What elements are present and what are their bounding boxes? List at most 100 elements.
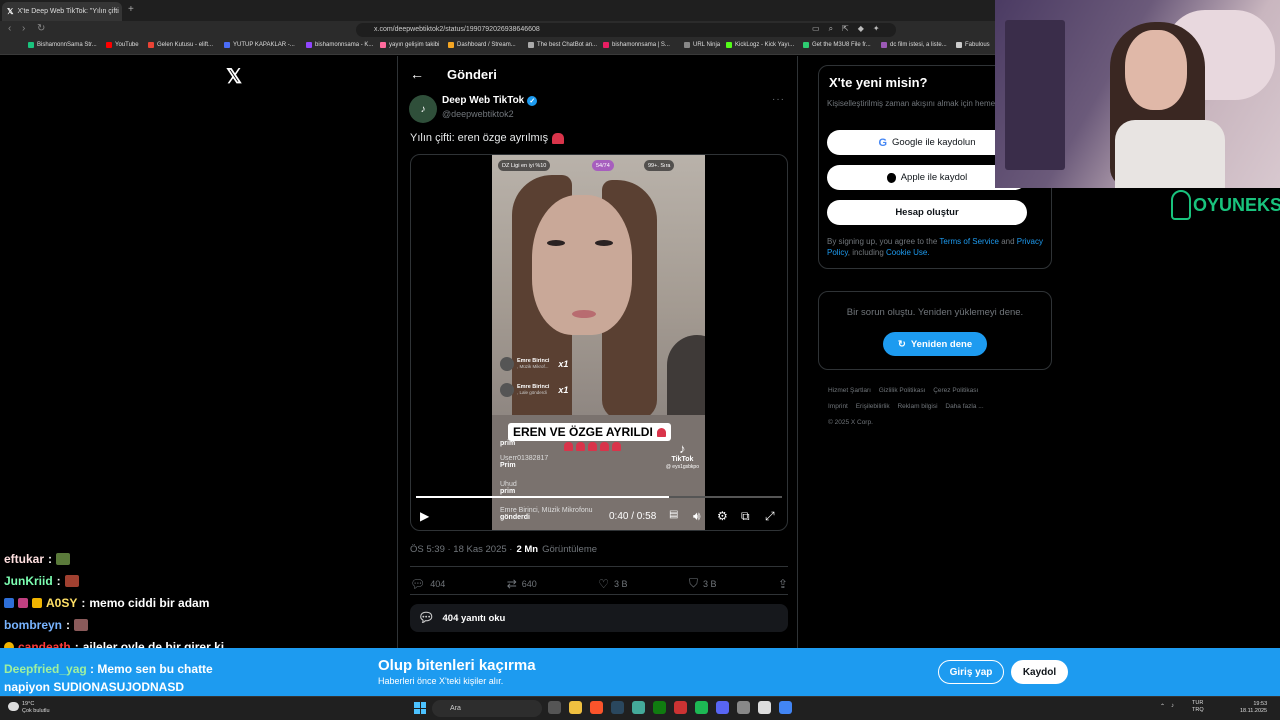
volume-icon[interactable]: 🔊︎ (693, 509, 701, 524)
cookie-link[interactable]: Cookie Use. (886, 248, 930, 257)
more-options-icon[interactable]: ··· (772, 94, 785, 105)
brave-icon[interactable] (590, 701, 603, 714)
video-progress-bar[interactable] (416, 496, 782, 498)
picture-in-picture-icon[interactable]: ⧉ (741, 509, 750, 524)
capcut-icon[interactable] (758, 701, 771, 714)
share-button[interactable]: ⇪ (778, 576, 788, 591)
author-avatar[interactable]: ♪ (409, 95, 437, 123)
chrome-icon[interactable] (779, 701, 792, 714)
play-icon[interactable]: ▶ (420, 509, 429, 523)
webcam-overlay (995, 0, 1280, 188)
language-indicator[interactable]: TUR TRQ (1192, 700, 1204, 714)
bookmark-favicon-icon (603, 42, 609, 48)
bookmark-item[interactable]: YouTube (106, 42, 139, 48)
rank-stat: 99+. Sıra (644, 160, 675, 171)
bookmark-favicon-icon (726, 42, 732, 48)
reload-icon[interactable]: ↻ (37, 23, 45, 34)
bookmark-item[interactable]: Get the M3U8 File fr... (803, 42, 871, 48)
gift-notification: Emre Birinci, Lale gönderdi x1 (500, 381, 568, 399)
app-icon[interactable] (674, 701, 687, 714)
bookmark-favicon-icon (380, 42, 386, 48)
bookmark-button[interactable]: ⛉ 3 B (689, 576, 717, 591)
screen-icon[interactable]: ▭ (812, 24, 820, 34)
chat-badge-icon (18, 598, 28, 608)
system-tray[interactable]: ⌃ ♪ (1160, 703, 1174, 710)
footer-link[interactable]: Daha fazla ... (945, 403, 983, 410)
footer-link[interactable]: Imprint (828, 403, 848, 410)
new-tab-icon[interactable]: + (128, 4, 134, 15)
reply-icon: 💬︎ (410, 576, 426, 591)
footer-link[interactable]: Erişilebilirlik (856, 403, 890, 410)
captions-icon[interactable]: ▤ (669, 509, 678, 520)
reply-button[interactable]: 💬︎ 404 (410, 576, 445, 591)
back-icon[interactable]: ‹ (8, 23, 11, 34)
video-caption-text: EREN VE ÖZGE AYRILDI (513, 425, 653, 439)
author-name[interactable]: Deep Web TikTok ✓ (442, 95, 538, 106)
video-player[interactable]: DZ Ligi en iyi %10 54/74 99+. Sıra Emre … (410, 154, 788, 531)
chat-username[interactable]: bombreyn (4, 618, 62, 632)
x-logo-icon[interactable]: 𝕏 (226, 64, 242, 89)
zoom-icon[interactable]: ⌕ (829, 24, 833, 34)
app-icon[interactable] (737, 701, 750, 714)
steam-icon[interactable] (611, 701, 624, 714)
bookmark-item[interactable]: Fabulous (956, 42, 990, 48)
bookmark-item[interactable]: Gelen Kutusu - elift... (148, 42, 213, 48)
bookmark-item[interactable]: bishamonnsama - K... (306, 42, 373, 48)
repost-icon: ⇄ (506, 576, 517, 591)
retry-button[interactable]: ↻ Yeniden dene (883, 332, 987, 356)
video-frame: DZ Ligi en iyi %10 54/74 99+. Sıra Emre … (492, 155, 705, 530)
app-icon[interactable] (632, 701, 645, 714)
fullscreen-icon[interactable]: ⤢ (765, 509, 775, 524)
bookmark-item[interactable]: dc film istesi, a liste... (881, 42, 947, 48)
footer-link[interactable]: Gizlilik Politikası (879, 387, 926, 394)
create-account-button[interactable]: Hesap oluştur (827, 200, 1027, 225)
back-arrow-icon[interactable]: ← (410, 66, 424, 82)
bookmark-favicon-icon (306, 42, 312, 48)
apple-icon (886, 172, 896, 183)
settings-gear-icon[interactable]: ⚙ (717, 509, 728, 523)
clock[interactable]: 19:53 18.11.2025 (1240, 701, 1267, 715)
footer-link[interactable]: Çerez Politikası (933, 387, 978, 394)
browser-tab[interactable]: 𝕏 X'te Deep Web TikTok: "Yılın çifti ✕ (2, 2, 122, 21)
discord-icon[interactable] (716, 701, 729, 714)
task-view-icon[interactable] (548, 701, 561, 714)
post-text: Yılın çifti: eren özge ayrılmış (410, 132, 565, 144)
repost-button[interactable]: ⇄ 640 (507, 576, 537, 591)
taskbar-search[interactable]: Ara (432, 700, 542, 717)
bookmark-item[interactable]: bishamonnsama | S... (603, 42, 670, 48)
chat-username[interactable]: eftukar (4, 552, 44, 566)
xbox-icon[interactable] (653, 701, 666, 714)
bookmark-item[interactable]: yayın gelişim takibi (380, 42, 439, 48)
file-explorer-icon[interactable] (569, 701, 582, 714)
eye-right (595, 240, 613, 246)
read-replies-button[interactable]: 💬︎ 404 yanıtı oku (410, 604, 788, 632)
forward-icon[interactable]: › (22, 23, 25, 34)
chat-username[interactable]: A0SY (46, 596, 77, 610)
share-icon[interactable]: ⇱ (842, 24, 849, 34)
extension-icon[interactable]: ✦ (873, 24, 880, 34)
bookmark-item[interactable]: YUTUP KAPAKLAR -... (224, 42, 295, 48)
post-timestamp[interactable]: ÖS 5:39 · 18 Kas 2025 · (410, 544, 512, 555)
live-chat-line: Emre Birinci, Müzik Mikrofonu gönderdi (500, 507, 593, 521)
bookmark-favicon-icon (956, 42, 962, 48)
author-handle[interactable]: @deepwebtiktok2 (442, 109, 514, 119)
live-chat-line: Uhud prim (500, 481, 517, 495)
bookmark-item[interactable]: Dashboard / Stream... (448, 42, 516, 48)
lips (572, 310, 596, 318)
bookmark-item[interactable]: KickLogz - Kick Yayı... (726, 42, 794, 48)
login-button[interactable]: Giriş yap (938, 660, 1004, 684)
signup-button[interactable]: Kaydol (1011, 660, 1068, 684)
chat-username[interactable]: JunKriid (4, 574, 53, 588)
spotify-icon[interactable] (695, 701, 708, 714)
terms-link[interactable]: Terms of Service (939, 237, 999, 246)
google-icon: G (878, 136, 888, 149)
start-icon[interactable] (414, 702, 426, 714)
bookmark-item[interactable]: The best ChatBot an... (528, 42, 597, 48)
shield-icon[interactable]: ◆ (858, 24, 864, 34)
footer-link[interactable]: Hizmet Şartları (828, 387, 871, 394)
weather-widget[interactable]: 19°C Çok bulutlu (22, 701, 50, 715)
footer-link[interactable]: Reklam bilgisi (897, 403, 937, 410)
like-button[interactable]: ♡ 3 B (598, 576, 627, 591)
bookmark-item[interactable]: URL Ninja (684, 42, 720, 48)
bookmark-item[interactable]: BishamonnSama Str... (28, 42, 97, 48)
